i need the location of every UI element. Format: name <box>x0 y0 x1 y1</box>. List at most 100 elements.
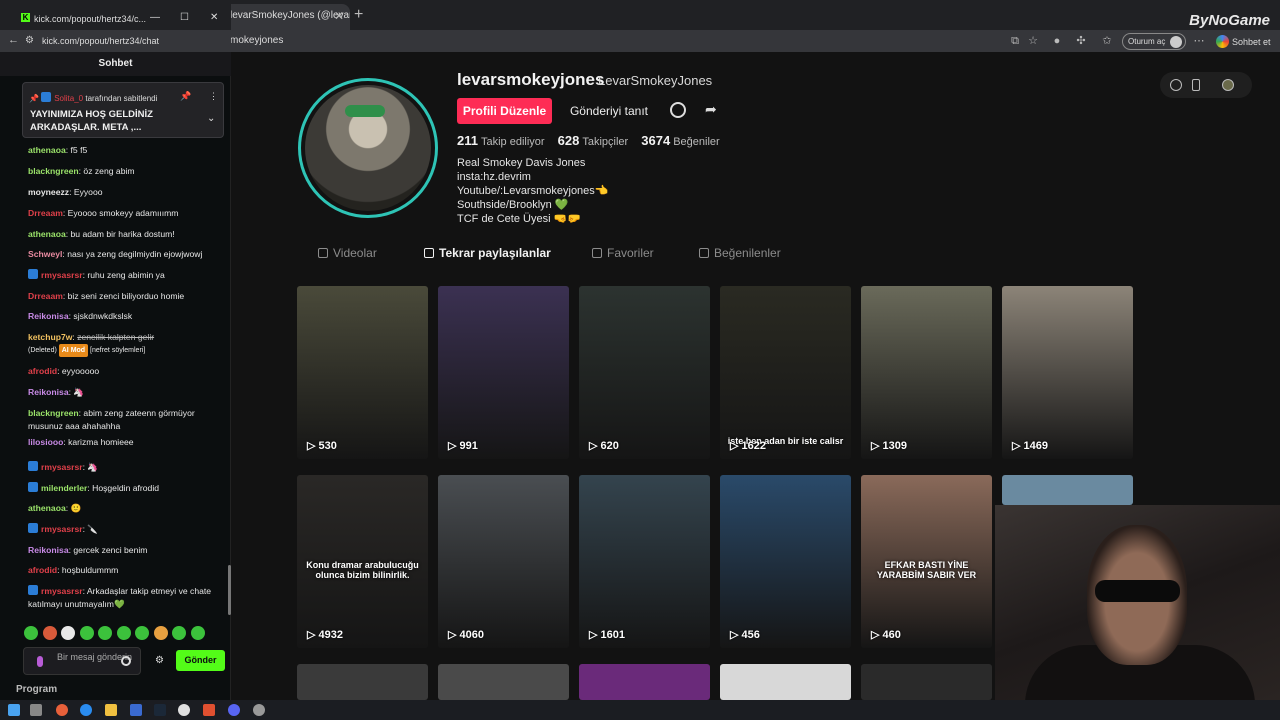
task-view-icon[interactable] <box>30 704 42 716</box>
chat-username[interactable]: blackngreen <box>28 166 79 176</box>
chat-username[interactable]: rmysasrsr <box>41 270 83 280</box>
chat-username[interactable]: Reikonisa <box>28 387 69 397</box>
share-icon[interactable]: ➦ <box>705 101 717 118</box>
emote-icon[interactable] <box>190 626 205 640</box>
chat-username[interactable]: blackngreen <box>28 408 79 418</box>
copilot-taskbar-icon[interactable] <box>56 704 68 716</box>
profile-avatar[interactable] <box>298 78 438 218</box>
pin-icon[interactable]: 📌 <box>180 91 191 102</box>
stat-followers[interactable]: 628 Takipçiler <box>558 133 629 148</box>
video-thumbnail[interactable]: ▷ 1469 <box>1002 286 1133 459</box>
emote-icon[interactable] <box>24 626 38 640</box>
extension-icon[interactable]: ● <box>1050 34 1064 48</box>
video-thumbnail[interactable] <box>720 664 851 700</box>
steam-icon[interactable] <box>154 704 166 716</box>
app-icon[interactable] <box>203 704 215 716</box>
emote-icon[interactable] <box>116 626 131 640</box>
edge-icon[interactable] <box>80 704 92 716</box>
chat-input[interactable]: Bir mesaj gönderin <box>23 647 141 675</box>
chrome-icon[interactable] <box>178 704 190 716</box>
settings-gear-icon[interactable] <box>670 102 686 118</box>
chat-username[interactable]: Drreaam <box>28 208 63 218</box>
discord-icon[interactable] <box>228 704 240 716</box>
video-thumbnail[interactable]: ▷ 530 <box>297 286 428 459</box>
emote-icon[interactable] <box>172 626 186 640</box>
chat-username[interactable]: rmysasrsr <box>41 586 83 596</box>
chat-settings-gear-icon[interactable]: ⚙ <box>155 655 164 666</box>
close-button[interactable]: ✕ <box>210 12 218 23</box>
chat-username[interactable]: lilosiooo <box>28 437 63 447</box>
favorites-icon[interactable]: ✩ <box>1100 34 1114 48</box>
video-thumbnail[interactable]: ▷ 456 <box>720 475 851 648</box>
start-icon[interactable] <box>8 704 20 716</box>
popout-address-bar[interactable]: ← ⚙ kick.com/popout/hertz34/chat <box>0 30 231 52</box>
video-thumbnail[interactable] <box>861 664 992 700</box>
video-thumbnail[interactable]: ▷ 991 <box>438 286 569 459</box>
tab-favorites[interactable]: Favoriler <box>592 246 654 260</box>
chat-username[interactable]: Reikonisa <box>28 311 69 321</box>
browser-tab[interactable]: levarSmokeyJones (@levarsm ✕ <box>222 4 350 30</box>
emote-icon[interactable] <box>79 626 94 640</box>
video-thumbnail[interactable]: ▷ 1601 <box>579 475 710 648</box>
coin-icon[interactable] <box>1170 79 1182 91</box>
bookmark-star-icon[interactable]: ☆ <box>1026 34 1040 48</box>
site-info-icon[interactable]: ⚙ <box>25 35 34 46</box>
emote-icon[interactable] <box>153 626 168 640</box>
video-thumbnail[interactable]: ▷ 1309 <box>861 286 992 459</box>
emoji-icon[interactable] <box>121 656 131 666</box>
chevron-down-icon[interactable]: ⌄ <box>207 113 215 124</box>
chat-username[interactable]: moyneezz <box>28 187 69 197</box>
chat-username[interactable]: milenderler <box>41 483 87 493</box>
url-text[interactable]: mokeyjones <box>230 35 283 46</box>
more-vertical-icon[interactable]: ⋮ <box>209 91 218 102</box>
edit-profile-button[interactable]: Profili Düzenle <box>457 98 552 124</box>
emote-icon[interactable] <box>61 626 75 640</box>
emote-icon[interactable] <box>135 626 149 640</box>
chat-username[interactable]: athenaoa <box>28 503 66 513</box>
video-thumbnail[interactable]: iste ben adan bir iste calisr ▷ 1622 <box>720 286 851 459</box>
tab-close-icon[interactable]: ✕ <box>334 9 344 23</box>
store-icon[interactable] <box>130 704 142 716</box>
stat-following[interactable]: 211 Takip ediliyor <box>457 133 545 148</box>
video-thumbnail[interactable]: Konu dramar arabulucuğu olunca bizim bil… <box>297 475 428 648</box>
new-tab-button[interactable]: + <box>354 6 363 24</box>
more-menu-icon[interactable]: ⋯ <box>1192 34 1206 48</box>
video-thumbnail[interactable] <box>579 664 710 700</box>
chat-username[interactable]: athenaoa <box>28 145 66 155</box>
chat-username[interactable]: ketchup7w <box>28 332 72 342</box>
emote-icon[interactable] <box>98 626 112 640</box>
popout-url[interactable]: kick.com/popout/hertz34/chat <box>42 36 159 46</box>
copilot-chat-button[interactable]: Sohbet et <box>1214 33 1271 48</box>
maximize-button[interactable]: ☐ <box>180 12 189 23</box>
minimize-button[interactable]: — <box>150 12 160 23</box>
chat-username[interactable]: rmysasrsr <box>41 462 83 472</box>
tab-videos[interactable]: Videolar <box>318 246 377 260</box>
video-thumbnail[interactable] <box>1002 475 1133 505</box>
video-thumbnail[interactable]: ▷ 620 <box>579 286 710 459</box>
video-thumbnail[interactable] <box>438 664 569 700</box>
promote-post-button[interactable]: Gönderiyi tanıt <box>560 98 658 124</box>
video-thumbnail[interactable] <box>297 664 428 700</box>
video-thumbnail[interactable]: ▷ 4060 <box>438 475 569 648</box>
chat-username[interactable]: Drreaam <box>28 291 63 301</box>
chat-username[interactable]: afrodid <box>28 565 57 575</box>
chat-username[interactable]: rmysasrsr <box>41 524 83 534</box>
puzzle-icon[interactable]: ✣ <box>1074 34 1088 48</box>
send-button[interactable]: Gönder <box>176 650 225 671</box>
chat-scrollbar[interactable] <box>228 565 231 615</box>
tab-reposts[interactable]: Tekrar paylaşılanlar <box>424 246 551 260</box>
chat-username[interactable]: Schweyl <box>28 249 62 259</box>
signin-button[interactable]: Oturum aç <box>1122 33 1186 50</box>
emote-icon[interactable] <box>42 626 57 640</box>
mobile-icon[interactable] <box>1192 79 1200 91</box>
chat-username[interactable]: afrodid <box>28 366 57 376</box>
mic-icon[interactable] <box>37 656 43 667</box>
chat-username[interactable]: Reikonisa <box>28 545 69 555</box>
chat-username[interactable]: athenaoa <box>28 229 66 239</box>
avatar[interactable] <box>1222 79 1234 91</box>
tab-liked[interactable]: Beğenilenler <box>699 246 781 260</box>
pinned-message[interactable]: 📌 Solita_0 tarafından sabitlendi 📌 ⋮ YAY… <box>22 82 224 138</box>
back-arrow-icon[interactable]: ← <box>8 34 19 46</box>
obs-icon[interactable] <box>253 704 265 716</box>
install-app-icon[interactable]: ⧉ <box>1008 34 1022 48</box>
